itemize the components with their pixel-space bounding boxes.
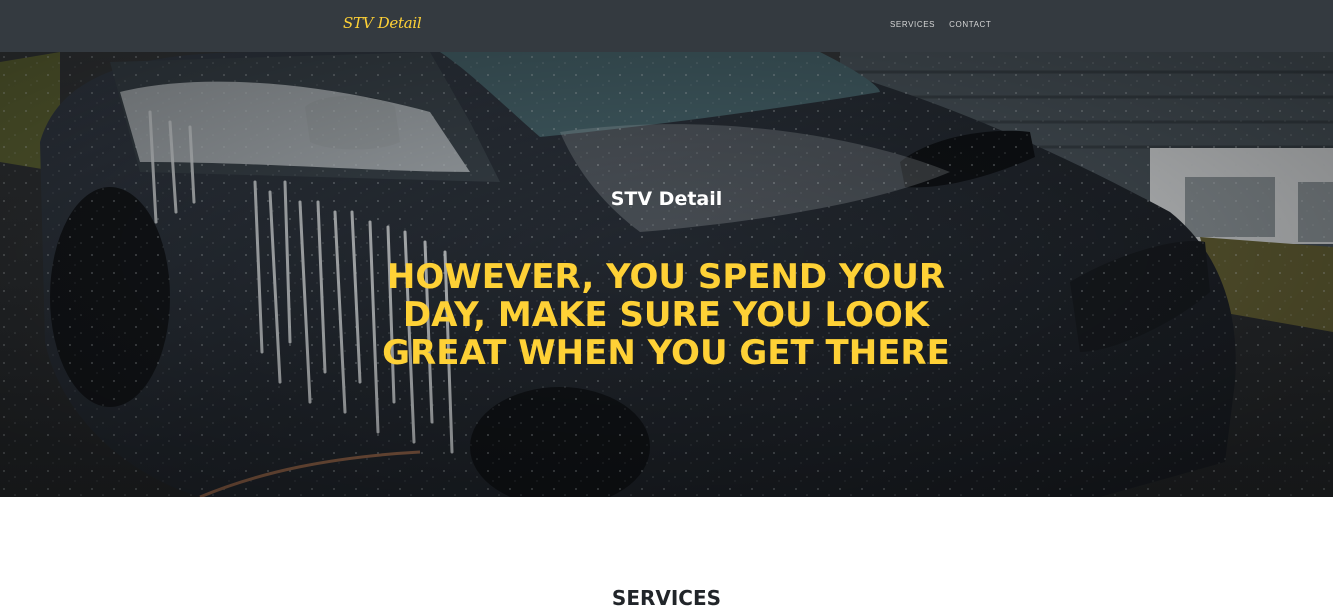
hero-banner: STV Detail HOWEVER, YOU SPEND YOUR DAY, … xyxy=(0,52,1333,497)
nav-link-contact[interactable]: CONTACT xyxy=(949,20,991,29)
hero-subtitle: STV Detail xyxy=(610,188,723,210)
brand-logo-link[interactable]: STV Detail xyxy=(343,14,422,32)
top-navbar: STV Detail SERVICES CONTACT xyxy=(0,0,1333,52)
nav-link-services[interactable]: SERVICES xyxy=(890,20,935,29)
hero-heading: HOWEVER, YOU SPEND YOUR DAY, MAKE SURE Y… xyxy=(382,257,950,373)
services-section-title: SERVICES xyxy=(611,586,722,610)
nav-menu: SERVICES CONTACT xyxy=(890,20,991,29)
